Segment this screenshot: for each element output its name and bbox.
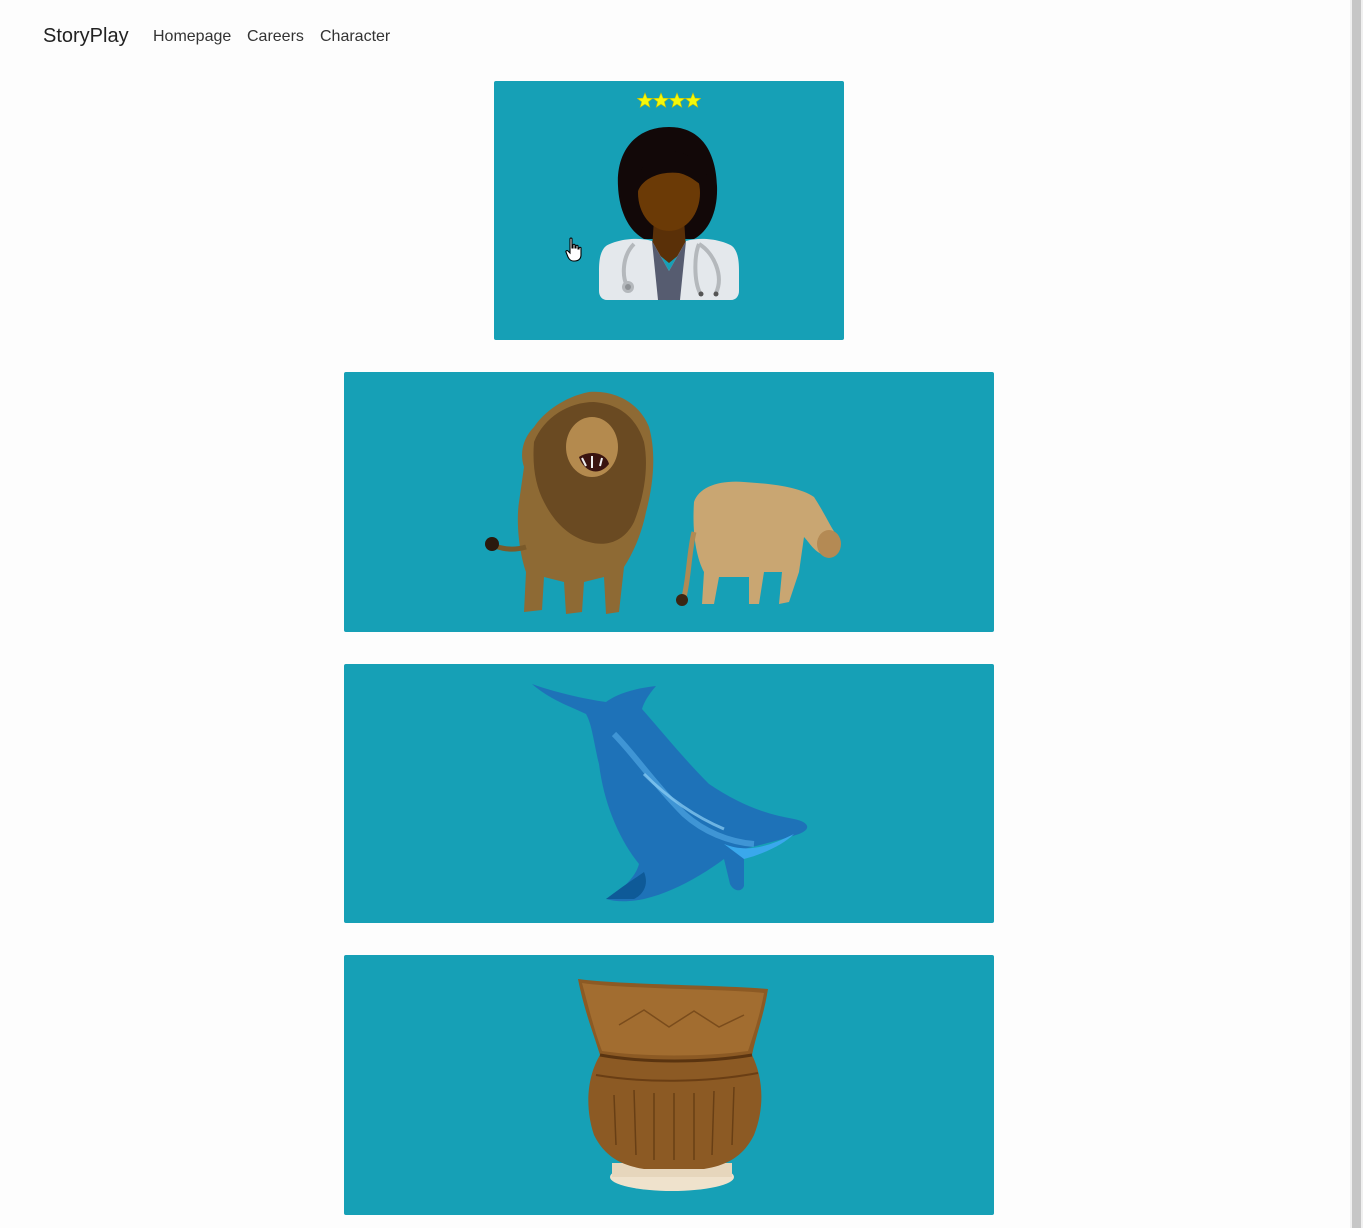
scrollbar-thumb[interactable] (1352, 0, 1361, 1228)
nav-link-character[interactable]: Character (320, 28, 390, 46)
lion-image (485, 391, 841, 614)
brand-link[interactable]: StoryPlay (43, 25, 129, 48)
page-scrollbar[interactable] (1350, 0, 1363, 1228)
navbar: StoryPlay Homepage Careers Character (0, 0, 1350, 72)
hand-cursor-icon (565, 237, 582, 262)
card-dolphin[interactable] (344, 664, 994, 923)
doctor-icon (599, 127, 739, 300)
dolphin-image (532, 684, 808, 902)
card-pottery[interactable] (344, 955, 994, 1215)
lioness (676, 481, 841, 606)
nav-link-homepage[interactable]: Homepage (153, 28, 231, 46)
nav-link-careers[interactable]: Careers (247, 28, 304, 46)
card-lions[interactable] (344, 372, 994, 632)
card-doctor[interactable] (494, 81, 844, 340)
pottery-image (578, 979, 768, 1191)
male-lion (485, 391, 654, 614)
